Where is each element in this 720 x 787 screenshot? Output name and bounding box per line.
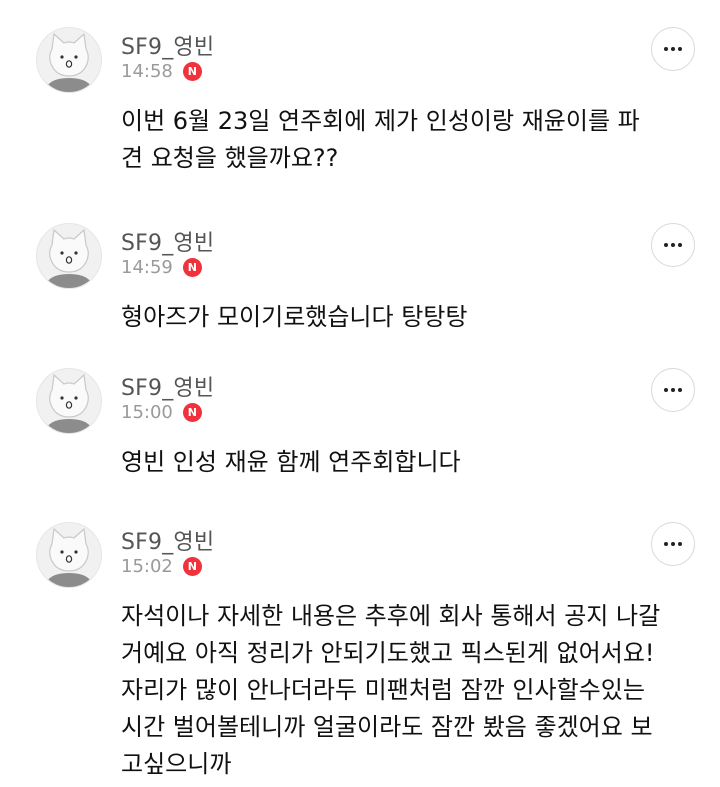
timestamp: 14:58 — [121, 61, 173, 82]
more-options-button[interactable] — [651, 368, 695, 412]
more-options-button[interactable] — [651, 223, 695, 267]
new-badge: N — [182, 403, 202, 422]
comment-text: 자석이나 자세한 내용은 추후에 회사 통해서 공지 나갈 거예요 아직 정리가… — [121, 602, 661, 778]
new-badge: N — [182, 557, 202, 576]
comment-text: 형아즈가 모이기로했습니다 탕탕탕 — [121, 303, 468, 331]
more-options-icon — [664, 542, 682, 546]
comment-meta: 14:59 N — [121, 257, 202, 278]
username[interactable]: SF9_영빈 — [121, 29, 214, 61]
more-options-button[interactable] — [651, 522, 695, 566]
new-badge: N — [182, 258, 202, 277]
username[interactable]: SF9_영빈 — [121, 370, 214, 402]
more-options-icon — [664, 47, 682, 51]
timestamp: 15:02 — [121, 556, 173, 577]
more-options-button[interactable] — [651, 27, 695, 71]
cat-avatar-icon[interactable] — [36, 223, 102, 289]
cat-avatar-icon[interactable] — [36, 522, 102, 588]
more-options-icon — [664, 388, 682, 392]
timestamp: 14:59 — [121, 257, 173, 278]
username[interactable]: SF9_영빈 — [121, 524, 214, 556]
comment-text: 이번 6월 23일 연주회에 제가 인성이랑 재윤이를 파 견 요청을 했을까요… — [121, 107, 640, 172]
more-options-icon — [664, 243, 682, 247]
comment-meta: 15:00 N — [121, 402, 202, 423]
new-badge: N — [182, 62, 202, 81]
comment-feed: SF9_영빈 14:58 N 이번 6월 23일 연주회에 제가 인성이랑 재윤… — [0, 0, 720, 787]
timestamp: 15:00 — [121, 402, 173, 423]
comment-meta: 14:58 N — [121, 61, 202, 82]
username[interactable]: SF9_영빈 — [121, 225, 214, 257]
cat-avatar-icon[interactable] — [36, 368, 102, 434]
comment-text: 영빈 인성 재윤 함께 연주회합니다 — [121, 448, 461, 476]
comment-meta: 15:02 N — [121, 556, 202, 577]
cat-avatar-icon[interactable] — [36, 27, 102, 93]
